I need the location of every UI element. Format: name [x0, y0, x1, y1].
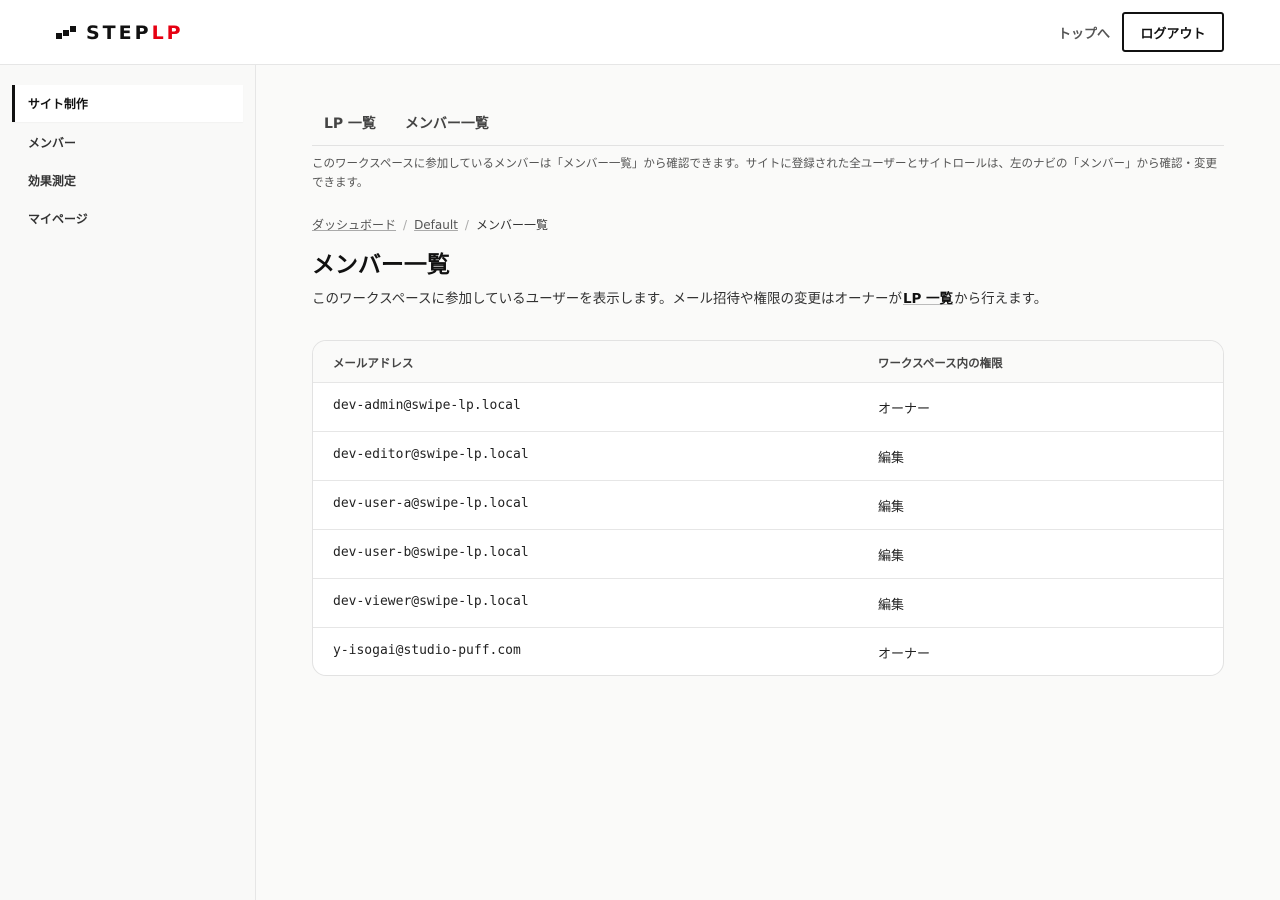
member-email: dev-editor@swipe-lp.local: [333, 447, 529, 462]
tab-lp-list[interactable]: LP 一覧: [324, 113, 376, 133]
table-header: メールアドレス ワークスペース内の権限: [313, 341, 1223, 383]
page-description-text-end: から行えます。: [954, 291, 1048, 307]
table-row: dev-viewer@swipe-lp.local 編集: [313, 579, 1223, 628]
logo-text-main: STEP: [86, 22, 152, 44]
member-role: 編集: [878, 451, 905, 466]
breadcrumb-workspace[interactable]: Default: [414, 218, 458, 232]
tab-member-list[interactable]: メンバー一覧: [405, 113, 489, 133]
page-description-text: このワークスペースに参加しているユーザーを表示します。メール招待や権限の変更はオ…: [312, 291, 902, 307]
members-table: メールアドレス ワークスペース内の権限 dev-admin@swipe-lp.l…: [312, 340, 1224, 676]
member-role: 編集: [878, 598, 905, 613]
app-logo[interactable]: STEPLP: [56, 20, 184, 46]
sidebar: サイト制作 メンバー 効果測定 マイページ: [0, 65, 256, 900]
logo-mark-icon: [56, 26, 78, 40]
sidebar-item-analytics[interactable]: 効果測定: [12, 162, 243, 199]
sidebar-item-members[interactable]: メンバー: [12, 124, 243, 161]
breadcrumb-separator: /: [464, 217, 469, 232]
member-role: 編集: [878, 549, 905, 564]
info-notice: このワークスペースに参加しているメンバーは「メンバー一覧」から確認できます。サイ…: [312, 156, 1218, 189]
tab-bar: LP 一覧 メンバー一覧: [312, 103, 1224, 146]
member-role: オーナー: [878, 402, 931, 417]
member-email: dev-user-a@swipe-lp.local: [333, 496, 529, 511]
logo-text: STEPLP: [86, 22, 184, 44]
table-row: dev-admin@swipe-lp.local オーナー: [313, 383, 1223, 432]
logo-text-accent: LP: [151, 22, 184, 44]
page-description: このワークスペースに参加しているユーザーを表示します。メール招待や権限の変更はオ…: [312, 287, 1047, 307]
member-email: dev-user-b@swipe-lp.local: [333, 545, 529, 560]
breadcrumb-dashboard[interactable]: ダッシュボード: [312, 216, 396, 233]
lp-list-link[interactable]: LP 一覧: [903, 291, 953, 307]
table-row: dev-user-a@swipe-lp.local 編集: [313, 481, 1223, 530]
member-email: y-isogai@studio-puff.com: [333, 643, 521, 658]
app-header: STEPLP トップへ ログアウト: [0, 0, 1280, 65]
table-row: dev-user-b@swipe-lp.local 編集: [313, 530, 1223, 579]
breadcrumb-separator: /: [403, 217, 408, 232]
column-header-email: メールアドレス: [333, 356, 414, 370]
sidebar-item-site-production[interactable]: サイト制作: [12, 85, 243, 122]
member-email: dev-admin@swipe-lp.local: [333, 398, 521, 413]
member-email: dev-viewer@swipe-lp.local: [333, 594, 529, 609]
table-row: y-isogai@studio-puff.com オーナー: [313, 628, 1223, 675]
table-row: dev-editor@swipe-lp.local 編集: [313, 432, 1223, 481]
logout-button[interactable]: ログアウト: [1122, 12, 1224, 52]
breadcrumb: ダッシュボード / Default / メンバー一覧: [312, 216, 548, 233]
column-header-role: ワークスペース内の権限: [878, 356, 1003, 370]
top-link[interactable]: トップへ: [1058, 23, 1110, 42]
page-title: メンバー一覧: [312, 252, 450, 278]
sidebar-item-mypage[interactable]: マイページ: [12, 200, 243, 237]
member-role: オーナー: [878, 647, 931, 662]
breadcrumb-current: メンバー一覧: [475, 218, 548, 232]
member-role: 編集: [878, 500, 905, 515]
